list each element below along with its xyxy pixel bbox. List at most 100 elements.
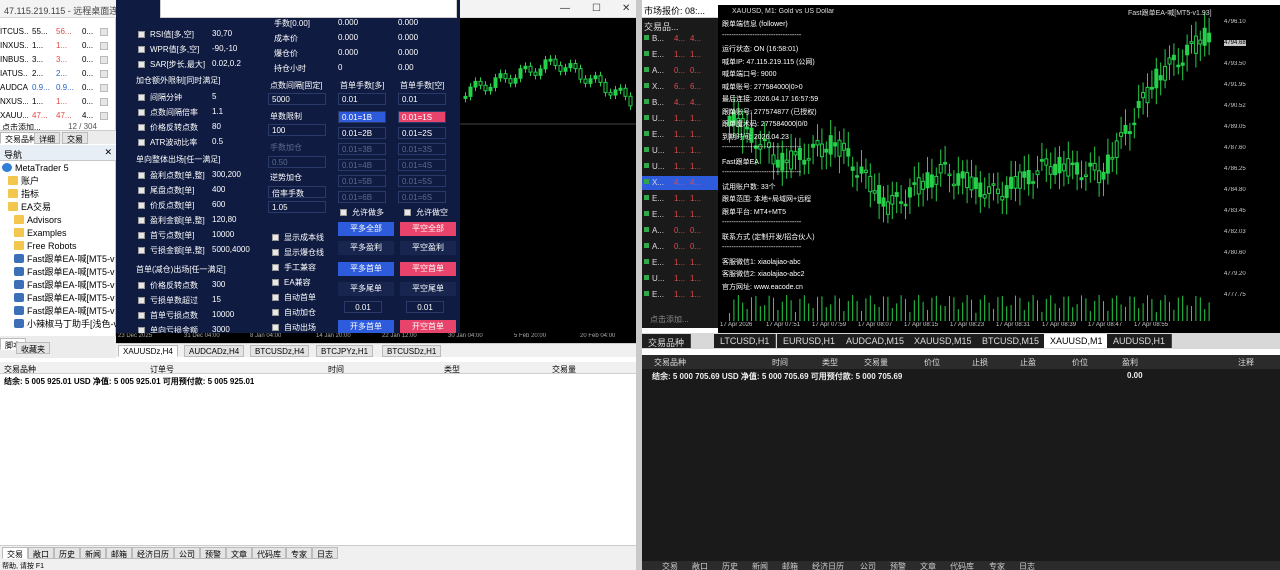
checkbox[interactable] bbox=[138, 172, 145, 179]
right-col-header[interactable]: 时间 bbox=[772, 357, 788, 368]
setting-value[interactable]: 80 bbox=[212, 122, 221, 131]
chart-tab[interactable]: AUDCADz,H4 bbox=[184, 345, 245, 357]
right-market-row[interactable]: U... 1... 1... bbox=[642, 112, 718, 126]
setting-value[interactable]: 5 bbox=[212, 92, 216, 101]
tab-symbols-right[interactable]: 交易品种 bbox=[642, 334, 692, 348]
remove-icon[interactable] bbox=[100, 98, 108, 106]
right-col-header[interactable]: 注释 bbox=[1238, 357, 1254, 368]
nav-item-ea[interactable]: Fast跟单EA-喊[MT5-v bbox=[14, 253, 115, 266]
buy-chain-item[interactable]: 0.01=3B bbox=[338, 143, 386, 155]
sell-chain-item[interactable]: 0.01=4S bbox=[398, 159, 446, 171]
setting-value[interactable]: 120,80 bbox=[212, 215, 236, 224]
right-market-row[interactable]: E... 1... 1... bbox=[642, 256, 718, 270]
market-watch-row[interactable]: AUDCA... 0.9... 0.9... 0... bbox=[0, 82, 116, 94]
buy-chain-item[interactable]: 0.01=6B bbox=[338, 191, 386, 203]
right-market-row[interactable]: A... 0... 0... bbox=[642, 64, 718, 78]
right-market-row[interactable]: U... 1... 1... bbox=[642, 160, 718, 174]
chart-tab[interactable]: BTCJPYz,H1 bbox=[316, 345, 374, 357]
remove-icon[interactable] bbox=[100, 56, 108, 64]
terminal-tab[interactable]: 交易 bbox=[2, 547, 28, 559]
right-col-header[interactable]: 价位 bbox=[1072, 357, 1088, 368]
option-checkbox[interactable] bbox=[272, 234, 279, 241]
minimize-button[interactable]: — bbox=[560, 3, 570, 14]
maximize-button[interactable]: ☐ bbox=[592, 3, 601, 14]
right-market-row[interactable]: E... 1... 1... bbox=[642, 288, 718, 302]
checkbox[interactable] bbox=[138, 297, 145, 304]
chart-tab[interactable]: BTCUSD,M15 bbox=[976, 334, 1047, 348]
checkbox[interactable] bbox=[138, 139, 145, 146]
right-col-header[interactable]: 止损 bbox=[972, 357, 988, 368]
right-terminal-tab[interactable]: 经济日历 bbox=[812, 561, 844, 570]
close-buy-first-button[interactable]: 平多首单 bbox=[338, 262, 394, 276]
nav-item-ea[interactable]: Fast跟单EA-喊[MT5-v bbox=[14, 266, 115, 279]
right-terminal-tab[interactable]: 敞口 bbox=[692, 561, 708, 570]
open-sell-button[interactable]: 开空首单 bbox=[400, 320, 456, 334]
buy-lot-small[interactable]: 0.01 bbox=[344, 301, 382, 313]
checkbox[interactable] bbox=[138, 46, 145, 53]
limit-field[interactable]: 100 bbox=[268, 124, 326, 136]
terminal-tab[interactable]: 敞口 bbox=[28, 547, 54, 559]
terminal-tab[interactable]: 公司 bbox=[174, 547, 200, 559]
checkbox[interactable] bbox=[138, 217, 145, 224]
market-watch-row[interactable]: ITCUS... 55... 56... 0... bbox=[0, 26, 116, 38]
interval-field[interactable]: 5000 bbox=[268, 93, 326, 105]
checkbox[interactable] bbox=[138, 187, 145, 194]
tab-favorites[interactable]: 收藏夹 bbox=[16, 342, 50, 354]
right-mw-footer[interactable]: 点击添加... bbox=[650, 314, 689, 325]
lot-sell-field[interactable]: 0.01 bbox=[398, 93, 446, 105]
terminal-tab[interactable]: 专家 bbox=[286, 547, 312, 559]
option-checkbox[interactable] bbox=[272, 279, 279, 286]
multiplier-value[interactable]: 1.05 bbox=[268, 201, 326, 213]
close-icon[interactable]: ✕ bbox=[104, 147, 112, 158]
open-buy-button[interactable]: 开多首单 bbox=[338, 320, 394, 334]
right-terminal-tab[interactable]: 新闻 bbox=[752, 561, 768, 570]
chart-tab[interactable]: BTCUSDz,H1 bbox=[382, 345, 442, 357]
setting-value[interactable]: -90,-10 bbox=[212, 44, 237, 53]
buy-chain-item[interactable]: 0.01=1B bbox=[338, 111, 386, 123]
market-watch-row[interactable]: INBUS... 3... 3... 0... bbox=[0, 54, 116, 66]
right-terminal-tab[interactable]: 交易 bbox=[662, 561, 678, 570]
left-chart[interactable] bbox=[460, 18, 636, 340]
chart-tab[interactable]: AUDUSD,H1 bbox=[1107, 334, 1173, 348]
checkbox[interactable] bbox=[138, 109, 145, 116]
right-market-row[interactable]: E... 1... 1... bbox=[642, 208, 718, 222]
tab-trading[interactable]: 交易 bbox=[62, 132, 88, 144]
checkbox[interactable] bbox=[138, 61, 145, 68]
nav-item-ea[interactable]: 小辣椒马丁助手[浅色-v bbox=[14, 318, 118, 331]
sell-chain-item[interactable]: 0.01=6S bbox=[398, 191, 446, 203]
right-terminal-tab[interactable]: 代码库 bbox=[950, 561, 974, 570]
option-checkbox[interactable] bbox=[272, 294, 279, 301]
right-market-row[interactable]: E... 1... 1... bbox=[642, 128, 718, 142]
right-terminal-tab[interactable]: 专家 bbox=[989, 561, 1005, 570]
remove-icon[interactable] bbox=[100, 70, 108, 78]
col-volume[interactable]: 交易量 bbox=[552, 364, 576, 375]
multiplier-field[interactable]: 倍率手数 bbox=[268, 186, 326, 198]
checkbox[interactable] bbox=[138, 94, 145, 101]
col-symbol[interactable]: 交易品种 bbox=[4, 364, 36, 375]
right-market-row[interactable]: A... 0... 0... bbox=[642, 224, 718, 238]
remove-icon[interactable] bbox=[100, 84, 108, 92]
option-checkbox[interactable] bbox=[272, 309, 279, 316]
right-market-row[interactable]: U... 1... 1... bbox=[642, 272, 718, 286]
setting-value[interactable]: 0.02,0.2 bbox=[212, 59, 241, 68]
right-market-row[interactable]: E... 1... 1... bbox=[642, 192, 718, 206]
chart-tab[interactable]: XAUUSDz,H4 bbox=[118, 345, 178, 357]
nav-item-accounts[interactable]: 账户 bbox=[8, 175, 39, 188]
chart-tab[interactable]: LTCUSD,H1 bbox=[714, 334, 777, 348]
right-market-row[interactable]: X... 6... 6... bbox=[642, 80, 718, 94]
col-time[interactable]: 时间 bbox=[328, 364, 344, 375]
setting-value[interactable]: 400 bbox=[212, 185, 225, 194]
remove-icon[interactable] bbox=[100, 28, 108, 36]
setting-value[interactable]: 30,70 bbox=[212, 29, 232, 38]
right-col-header[interactable]: 盈利 bbox=[1122, 357, 1138, 368]
right-col-header[interactable]: 价位 bbox=[924, 357, 940, 368]
terminal-tab[interactable]: 邮箱 bbox=[106, 547, 132, 559]
terminal-tab[interactable]: 新闻 bbox=[80, 547, 106, 559]
checkbox[interactable] bbox=[138, 31, 145, 38]
nav-item-ea[interactable]: Fast跟单EA-喊[MT5-v bbox=[14, 279, 115, 292]
market-watch-row[interactable]: XAUU... 47... 47... 4... bbox=[0, 110, 116, 122]
terminal-tab[interactable]: 日志 bbox=[312, 547, 338, 559]
close-all-sell-button[interactable]: 平空全部 bbox=[400, 222, 456, 236]
right-terminal-tab[interactable]: 预警 bbox=[890, 561, 906, 570]
nav-item-indicators[interactable]: 指标 bbox=[8, 188, 39, 201]
